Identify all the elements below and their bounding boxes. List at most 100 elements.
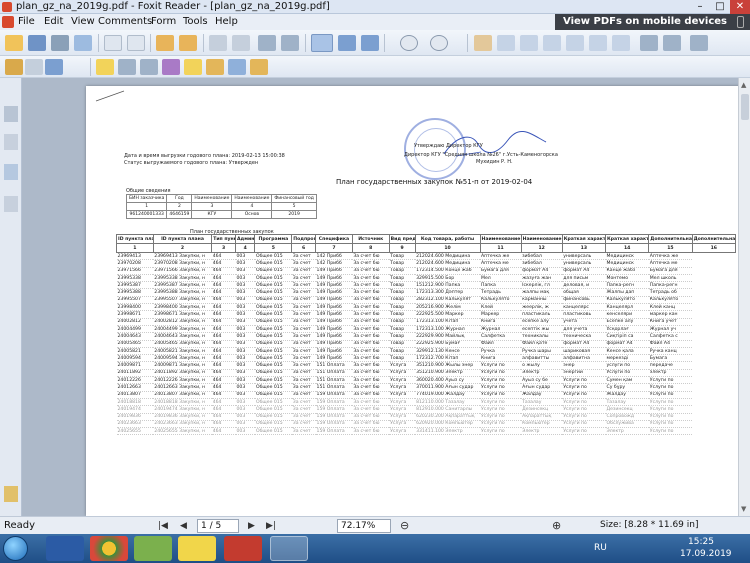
table-cell: 24023663 Закупки, н — [153, 420, 212, 429]
clock-date[interactable]: 17.09.2019 — [680, 549, 732, 559]
zoom-tool-icon[interactable] — [311, 34, 333, 52]
prev-page-button[interactable]: ◀ — [180, 521, 187, 531]
full-screen-icon[interactable] — [640, 35, 658, 51]
menu-edit[interactable]: Edit — [44, 16, 63, 27]
back-arrow-icon[interactable] — [156, 35, 174, 51]
folder-taskbar-icon[interactable] — [178, 536, 216, 561]
reflow-icon[interactable] — [612, 35, 630, 51]
scroll-down-icon[interactable]: ▼ — [741, 505, 746, 513]
dropdown-icon[interactable] — [25, 59, 43, 75]
table-cell: пластикаль — [521, 310, 563, 319]
menu-view[interactable]: View — [71, 16, 95, 27]
info-number: 3 — [191, 202, 233, 211]
maximize-button[interactable]: □ — [710, 0, 730, 14]
chrome-taskbar-icon[interactable] — [90, 536, 128, 561]
zoom-in-icon[interactable] — [338, 35, 356, 51]
fit-page-icon[interactable] — [497, 35, 515, 51]
attachments-icon[interactable] — [4, 486, 18, 502]
clock-time[interactable]: 15:25 — [688, 537, 714, 547]
table-cell: Сопровожд — [605, 413, 649, 421]
two-page-icon[interactable] — [589, 35, 607, 51]
table-cell: Услуги по — [648, 420, 693, 429]
document-viewport[interactable]: Утверждаю Директор КГУ Директор КГУ "Сре… — [22, 78, 738, 516]
table-cell: 003 — [235, 427, 255, 436]
snapshot-icon[interactable] — [361, 35, 379, 51]
menu-form[interactable]: Form — [151, 16, 176, 27]
mobile-promo-link[interactable]: View PDFs on mobile devices — [555, 14, 750, 30]
language-indicator[interactable]: RU — [594, 543, 607, 553]
zoom-out-status-icon[interactable]: ⊖ — [400, 519, 409, 532]
stamp-icon[interactable] — [206, 59, 224, 75]
table-cell: 24019836 Закупки, н — [153, 413, 212, 421]
rotate-icon[interactable] — [566, 35, 584, 51]
attach-icon[interactable] — [250, 59, 268, 75]
menu-comments[interactable]: Comments — [98, 16, 152, 27]
note-icon[interactable] — [96, 59, 114, 75]
close-button[interactable]: ✕ — [730, 0, 750, 14]
table-cell: 24009871 — [116, 361, 154, 370]
menu-help[interactable]: Help — [215, 16, 238, 27]
toolbar-separator — [98, 34, 99, 52]
next-page-button[interactable]: ▶ — [248, 521, 255, 531]
email-icon[interactable] — [74, 35, 92, 51]
plan-column-header: Краткая характеристика — [561, 234, 607, 244]
table-cell: 24012663 Закупки, н — [153, 383, 212, 392]
bookmark-icon[interactable] — [4, 106, 18, 122]
select-text-icon[interactable] — [127, 35, 145, 51]
layers-icon[interactable] — [4, 164, 18, 180]
table-cell: За счет — [291, 318, 316, 326]
search-icon[interactable] — [663, 35, 681, 51]
table-cell: 23998400 Закупки, н — [153, 303, 212, 312]
table-cell: Общее 015 — [254, 252, 292, 261]
save-icon[interactable] — [28, 35, 46, 51]
last-page-button[interactable]: ▶| — [266, 521, 276, 531]
pages-icon[interactable] — [4, 134, 18, 150]
first-page-button[interactable]: |◀ — [158, 521, 168, 531]
menu-tools[interactable]: Tools — [183, 16, 208, 27]
forward-arrow-icon[interactable] — [179, 35, 197, 51]
signature-icon[interactable] — [4, 196, 18, 212]
pencil-icon[interactable] — [162, 59, 180, 75]
typewriter-icon[interactable] — [5, 59, 23, 75]
foxit-taskbar-icon[interactable] — [270, 536, 308, 561]
start-button-icon[interactable] — [3, 536, 28, 561]
minimize-button[interactable]: – — [690, 0, 710, 14]
actual-size-icon[interactable] — [543, 35, 561, 51]
zoom-in-plus-icon[interactable] — [430, 35, 448, 51]
media-taskbar-icon[interactable] — [134, 536, 172, 561]
table-cell: 003 — [235, 361, 255, 370]
vertical-scrollbar[interactable]: ▲ ▼ — [738, 78, 750, 516]
zoom-level-input[interactable]: 72.17% — [337, 519, 391, 533]
table-cell: 23995338 — [116, 274, 154, 283]
table-cell: 149 Прибб — [315, 303, 353, 312]
hand-icon[interactable] — [474, 35, 492, 51]
single-page-icon[interactable] — [209, 35, 227, 51]
open-folder-icon[interactable] — [5, 35, 23, 51]
table-cell: Бумага — [648, 354, 693, 363]
zoom-out-icon[interactable] — [400, 35, 418, 51]
textbox-icon[interactable] — [118, 59, 136, 75]
callout-icon[interactable] — [140, 59, 158, 75]
page-number-input[interactable]: 1 / 5 — [197, 519, 239, 533]
plan-column-number: 10 — [414, 243, 481, 253]
zoom-in-status-icon[interactable]: ⊕ — [552, 519, 561, 532]
measure-icon[interactable] — [228, 59, 246, 75]
table-cell: Су бұру — [605, 383, 649, 392]
table-cell: Товар — [389, 310, 416, 319]
table-cell: техническа — [562, 332, 606, 341]
continuous-page-icon[interactable] — [232, 35, 250, 51]
highlight-icon[interactable] — [184, 59, 202, 75]
link-icon[interactable] — [45, 59, 63, 75]
scrollbar-thumb[interactable] — [741, 94, 749, 120]
hand-tool-icon[interactable] — [104, 35, 122, 51]
calendar-taskbar-icon[interactable] — [224, 536, 262, 561]
undo-icon[interactable] — [258, 35, 276, 51]
menu-file[interactable]: File — [18, 16, 35, 27]
scroll-up-icon[interactable]: ▲ — [741, 81, 746, 89]
word-taskbar-icon[interactable] — [46, 536, 84, 561]
fit-width-icon[interactable] — [520, 35, 538, 51]
print-icon[interactable] — [51, 35, 69, 51]
settings-icon[interactable] — [690, 35, 708, 51]
table-cell: Мел — [480, 274, 522, 283]
redo-icon[interactable] — [281, 35, 299, 51]
